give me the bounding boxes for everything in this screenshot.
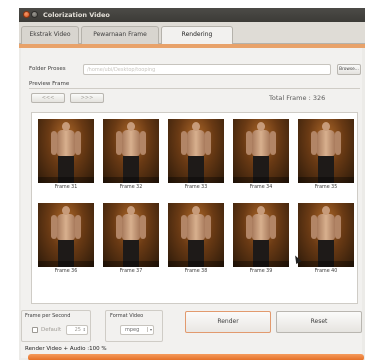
rendering-panel: Folder Proses /home/ubi/Desktop/tooping …	[21, 48, 364, 360]
render-progress-fill	[28, 354, 364, 360]
format-value: mpeg	[125, 327, 140, 333]
browse-button[interactable]: Browse...	[337, 64, 361, 75]
title-bar: Colorization Video	[19, 8, 365, 22]
preview-frame-label: Preview Frame	[29, 81, 70, 87]
frame-image	[233, 203, 289, 267]
folder-label: Folder Proses	[29, 66, 66, 72]
frame-caption: Frame 32	[119, 185, 143, 190]
frame-preview-grid: Frame 31 Frame 32 Frame 33 Frame 34 Fram…	[31, 112, 358, 304]
frame-caption: Frame 37	[119, 269, 143, 274]
tab-ekstrak-video[interactable]: Ekstrak Video	[21, 26, 79, 44]
frame-image	[168, 203, 224, 267]
default-fps-checkbox[interactable]	[32, 327, 38, 333]
frame-caption: Frame 33	[184, 185, 208, 190]
tab-bar: Ekstrak Video Pewarnaan Frame Rendering	[19, 22, 365, 45]
prev-frames-button[interactable]: <<<	[31, 93, 65, 103]
frame-image	[103, 203, 159, 267]
fps-group: Frame per Second Default 25 ⇕	[21, 310, 91, 342]
frame-image	[233, 119, 289, 183]
format-group: Format Video mpeg ▾	[105, 310, 163, 342]
frame-thumbnail[interactable]: Frame 35	[298, 119, 354, 191]
dropdown-arrow-icon[interactable]: ▾	[146, 327, 152, 332]
frame-image	[298, 119, 354, 183]
frame-image	[298, 203, 354, 267]
frame-image	[103, 119, 159, 183]
default-fps-label: Default	[41, 327, 62, 333]
frame-caption: Frame 31	[54, 185, 78, 190]
render-button[interactable]: Render	[185, 311, 271, 333]
frame-thumbnail[interactable]: Frame 36	[38, 203, 94, 275]
folder-path-field[interactable]: /home/ubi/Desktop/tooping	[83, 64, 331, 75]
tab-rendering[interactable]: Rendering	[161, 26, 233, 45]
format-select[interactable]: mpeg ▾	[120, 325, 154, 335]
frame-thumbnail[interactable]: Frame 32	[103, 119, 159, 191]
frame-image	[168, 119, 224, 183]
frame-image	[38, 119, 94, 183]
render-status-text: Render Video + Audio :100 %	[25, 346, 107, 352]
total-frame-text: Total Frame : 326	[269, 94, 326, 102]
preview-divider	[29, 88, 360, 89]
reset-button[interactable]: Reset	[276, 311, 362, 333]
frame-caption: Frame 40	[314, 269, 338, 274]
frame-thumbnail[interactable]: Frame 31	[38, 119, 94, 191]
tab-pewarnaan-frame[interactable]: Pewarnaan Frame	[81, 26, 159, 44]
frame-thumbnail[interactable]: Frame 40	[298, 203, 354, 275]
frame-thumbnail[interactable]: Frame 37	[103, 203, 159, 275]
frame-caption: Frame 38	[184, 269, 208, 274]
next-frames-button[interactable]: >>>	[70, 93, 104, 103]
fps-value: 25	[74, 327, 81, 333]
window-title: Colorization Video	[43, 11, 110, 19]
frame-thumbnail[interactable]: Frame 38	[168, 203, 224, 275]
format-label: Format Video	[110, 313, 144, 319]
frame-thumbnail[interactable]: Frame 33	[168, 119, 224, 191]
frame-thumbnail[interactable]: Frame 34	[233, 119, 289, 191]
frame-caption: Frame 34	[249, 185, 273, 190]
fps-label: Frame per Second	[25, 313, 71, 319]
frame-caption: Frame 36	[54, 269, 78, 274]
fps-spinner[interactable]: 25 ⇕	[66, 325, 88, 335]
close-window-button[interactable]	[23, 11, 30, 18]
app-window: Colorization Video Ekstrak Video Pewarna…	[19, 8, 365, 360]
frame-caption: Frame 35	[314, 185, 338, 190]
frame-image	[38, 203, 94, 267]
render-progress-bar	[28, 354, 364, 360]
frame-thumbnail[interactable]: Frame 39	[233, 203, 289, 275]
frame-caption: Frame 39	[249, 269, 273, 274]
minimize-window-button[interactable]	[31, 11, 38, 18]
spinner-arrows-icon[interactable]: ⇕	[83, 327, 86, 332]
